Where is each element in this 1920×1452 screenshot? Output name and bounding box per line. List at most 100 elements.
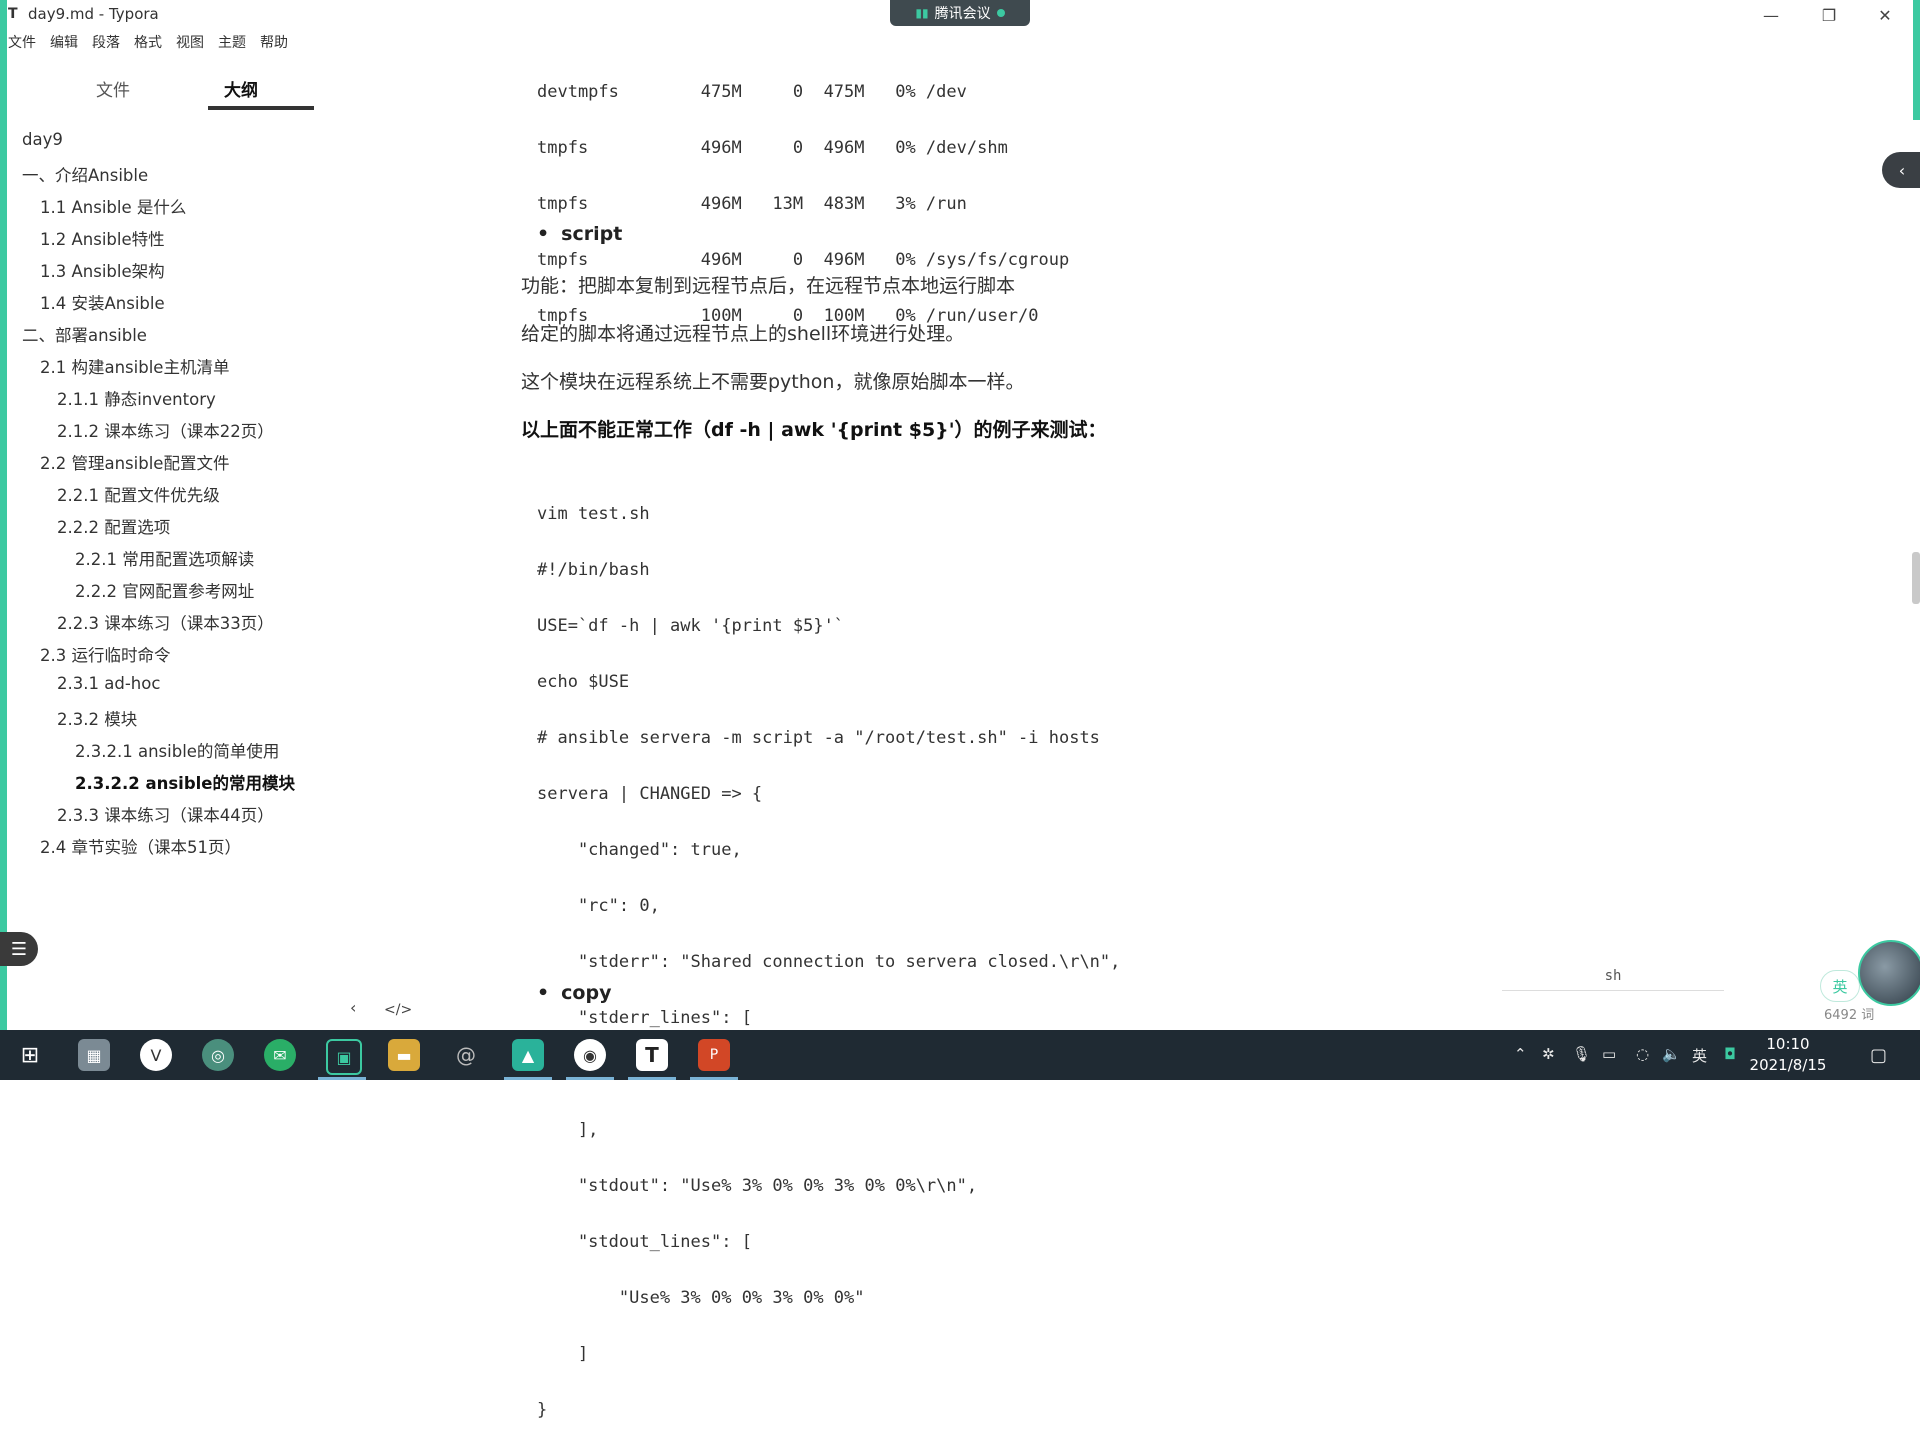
close-button[interactable]: ✕: [1862, 2, 1908, 28]
outline-item[interactable]: 2.4 章节实验（课本51页）: [40, 834, 241, 858]
battery-icon[interactable]: ▭: [1602, 1045, 1616, 1063]
outline-item[interactable]: 2.2 管理ansible配置文件: [40, 450, 229, 474]
tencent-meeting-icon[interactable]: ▲: [512, 1039, 544, 1071]
outline-item[interactable]: 2.2.3 课本练习（课本33页）: [57, 610, 274, 634]
outline-item[interactable]: 2.3.2 模块: [57, 706, 137, 730]
outline-item[interactable]: 2.1 构建ansible主机清单: [40, 354, 229, 378]
notification-icon[interactable]: ▢: [1870, 1045, 1887, 1066]
outline-item[interactable]: 1.4 安装Ansible: [40, 290, 165, 314]
qq-icon[interactable]: ◘: [1724, 1045, 1736, 1063]
sidebar-tabs: 文件 大纲: [20, 68, 314, 112]
code-line: "stdout": "Use% 3% 0% 0% 3% 0% 0%\r\n",: [537, 1176, 978, 1196]
tab-files[interactable]: 文件: [96, 76, 130, 101]
scrollbar-thumb[interactable]: [1912, 552, 1920, 604]
code-line: "stderr_lines": [: [537, 1008, 752, 1028]
outline-item[interactable]: 2.3 运行临时命令: [40, 642, 171, 666]
outline-item[interactable]: 2.2.2 配置选项: [57, 514, 170, 538]
menu-bar: 文件 编辑 段落 格式 视图 主题 帮助: [8, 32, 288, 54]
app-photo-icon[interactable]: ▦: [78, 1039, 110, 1071]
paragraph-test-heading: 以上面不能正常工作（df -h | awk '{print $5}'）的例子来测…: [521, 419, 1107, 441]
menu-theme[interactable]: 主题: [218, 32, 246, 54]
menu-file[interactable]: 文件: [8, 32, 36, 54]
status-dot-icon: [996, 9, 1005, 17]
screen-tool-icon[interactable]: ▣: [326, 1039, 362, 1075]
bullet-copy: copy: [537, 982, 611, 1004]
chevron-left-icon[interactable]: ‹: [1882, 152, 1920, 188]
outline-item[interactable]: 2.2.2 官网配置参考网址: [75, 578, 254, 602]
outline-item[interactable]: 二、部署ansible: [22, 322, 147, 346]
powerpoint-icon[interactable]: P: [698, 1039, 730, 1071]
code-line: ]: [537, 1344, 589, 1364]
file-explorer-icon[interactable]: ▬: [388, 1039, 420, 1071]
code-line: "stdout_lines": [: [537, 1232, 752, 1252]
source-mode-icon[interactable]: </>: [384, 1002, 412, 1018]
code-line: tmpfs 496M 13M 483M 3% /run: [537, 194, 967, 214]
menu-help[interactable]: 帮助: [260, 32, 288, 54]
outline-item[interactable]: 2.1.2 课本练习（课本22页）: [57, 418, 274, 442]
menu-view[interactable]: 视图: [176, 32, 204, 54]
code-line: }: [537, 1400, 548, 1420]
code-line: USE=`df -h | awk '{print $5}'`: [537, 616, 845, 636]
code-line: tmpfs 496M 0 496M 0% /dev/shm: [537, 138, 1008, 158]
virus-icon[interactable]: ✲: [1542, 1045, 1555, 1063]
windows-icon[interactable]: ⊞: [14, 1039, 46, 1071]
outline-item[interactable]: 1.3 Ansible架构: [40, 258, 165, 282]
outline-item[interactable]: 2.3.1 ad-hoc: [57, 674, 160, 693]
menu-paragraph[interactable]: 段落: [92, 32, 120, 54]
tencent-meeting-bar[interactable]: ▮▮ 腾讯会议: [890, 0, 1030, 26]
script-code-block[interactable]: vim test.sh #!/bin/bash USE=`df -h | awk…: [537, 472, 1120, 1452]
input-language-indicator[interactable]: 英: [1692, 1045, 1707, 1066]
wechat-icon[interactable]: ✉: [264, 1039, 296, 1071]
outline-item[interactable]: 1.2 Ansible特性: [40, 226, 165, 250]
word-count[interactable]: 6492 词: [1824, 1004, 1874, 1023]
bullet-script: script: [537, 223, 622, 245]
menu-format[interactable]: 格式: [134, 32, 162, 54]
active-tab-indicator: [208, 106, 314, 110]
volume-icon[interactable]: 🔈: [1662, 1045, 1681, 1063]
tab-outline[interactable]: 大纲: [224, 76, 258, 101]
typora-icon[interactable]: T: [636, 1039, 668, 1071]
clock-date: 2021/8/15: [1749, 1056, 1827, 1074]
meeting-label: 腾讯会议: [934, 6, 991, 22]
code-line: ],: [537, 1120, 599, 1140]
spiral-app-icon[interactable]: @: [450, 1039, 482, 1071]
outline-item[interactable]: 2.2.1 常用配置选项解读: [75, 546, 254, 570]
network-icon[interactable]: ◌: [1636, 1045, 1649, 1063]
back-arrow-icon[interactable]: ‹: [350, 998, 356, 1017]
typora-app-icon: T: [8, 6, 18, 22]
clock[interactable]: 10:10 2021/8/15: [1746, 1034, 1830, 1076]
code-line: "Use% 3% 0% 0% 3% 0% 0%": [537, 1288, 865, 1308]
browser-icon[interactable]: ◎: [202, 1039, 234, 1071]
code-line: "stderr": "Shared connection to servera …: [537, 952, 1121, 972]
code-line: tmpfs 496M 0 496M 0% /sys/fs/cgroup: [537, 250, 1070, 270]
code-line: #!/bin/bash: [537, 560, 650, 580]
paragraph-shell: 给定的脚本将通过远程节点上的shell环境进行处理。: [521, 323, 965, 345]
taskbar: ⊞ ▦ V ◎ ✉ ▣ ▬ @ ▲ ◉ T P ⌃ ✲ 🎙 ▭ ◌ 🔈 英 ◘ …: [0, 1030, 1920, 1080]
signal-icon: ▮▮: [915, 6, 929, 20]
microphone-icon[interactable]: 🎙: [1572, 1045, 1591, 1063]
paragraph-function: 功能：把脚本复制到远程节点后，在远程节点本地运行脚本: [521, 275, 1016, 297]
code-line: echo $USE: [537, 672, 630, 692]
vivaldi-icon[interactable]: V: [140, 1039, 172, 1071]
menu-edit[interactable]: 编辑: [50, 32, 78, 54]
netease-music-icon[interactable]: ◉: [574, 1039, 606, 1071]
ime-language-badge[interactable]: 英: [1820, 970, 1860, 1002]
maximize-button[interactable]: ❐: [1806, 2, 1852, 28]
outline-item[interactable]: 1.1 Ansible 是什么: [40, 194, 186, 218]
code-line: devtmpfs 475M 0 475M 0% /dev: [537, 82, 967, 102]
outline-toggle-icon[interactable]: ☰: [0, 932, 38, 966]
outline-item[interactable]: 2.3.3 课本练习（课本44页）: [57, 802, 274, 826]
outline-item[interactable]: day9: [22, 130, 63, 149]
window-title: day9.md - Typora: [28, 5, 159, 23]
code-language-input[interactable]: sh: [1502, 962, 1724, 991]
outline-item[interactable]: 一、介绍Ansible: [22, 162, 148, 186]
outline-item-active[interactable]: 2.3.2.2 ansible的常用模块: [75, 770, 295, 794]
df-output-block: devtmpfs 475M 0 475M 0% /dev tmpfs 496M …: [537, 50, 1069, 358]
avatar[interactable]: [1858, 940, 1920, 1006]
minimize-button[interactable]: —: [1748, 2, 1794, 28]
outline-item[interactable]: 2.2.1 配置文件优先级: [57, 482, 220, 506]
chevron-up-icon[interactable]: ⌃: [1514, 1045, 1527, 1063]
code-line: # ansible servera -m script -a "/root/te…: [537, 728, 1100, 748]
outline-item[interactable]: 2.1.1 静态inventory: [57, 386, 216, 410]
outline-item[interactable]: 2.3.2.1 ansible的简单使用: [75, 738, 279, 762]
